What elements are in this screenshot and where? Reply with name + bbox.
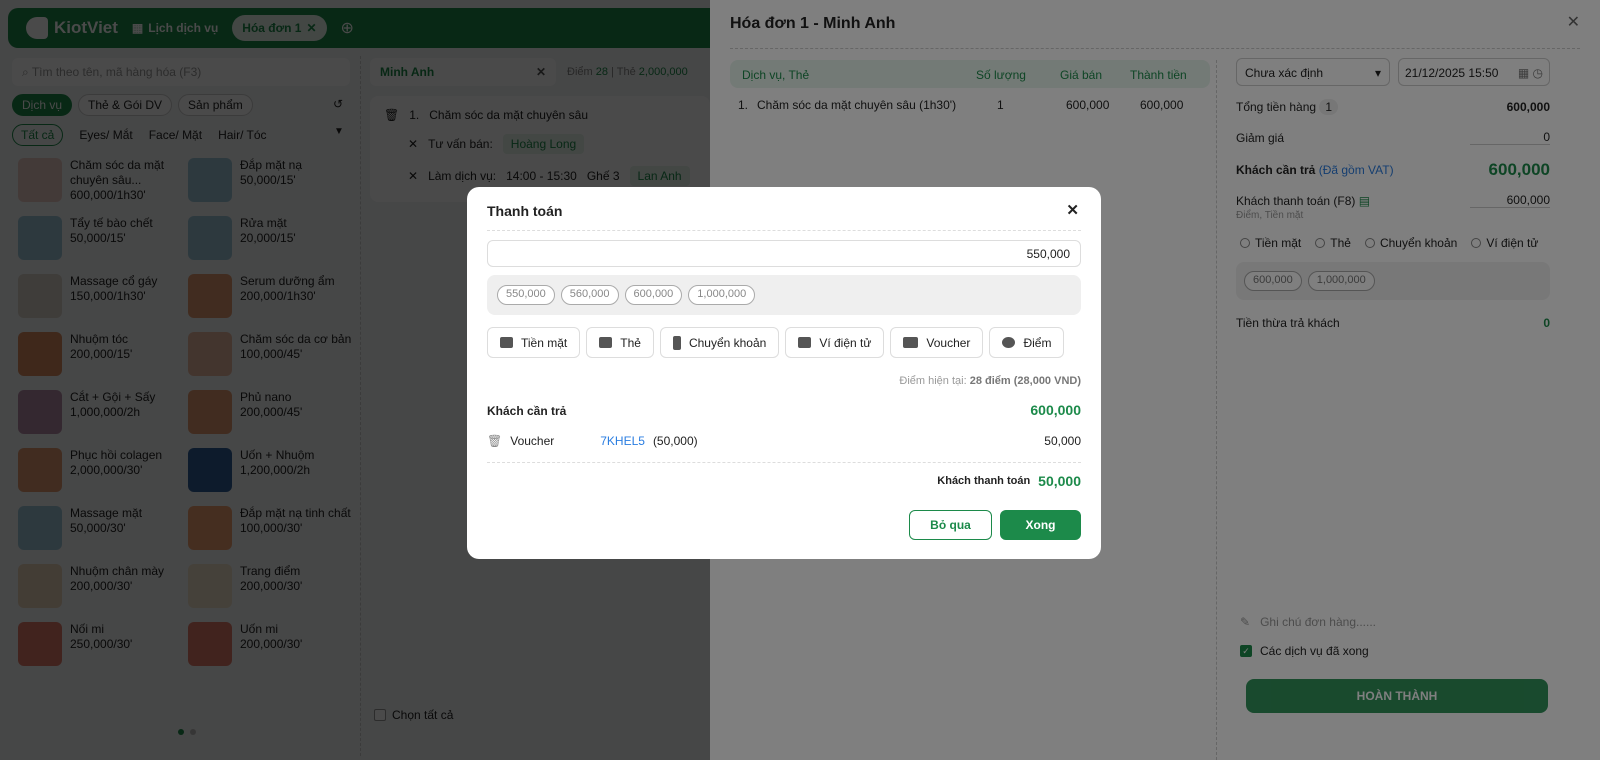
cancel-button[interactable]: Bỏ qua [909, 510, 992, 540]
paid-row: Khách thanh toán 50,000 [937, 473, 1081, 489]
method-label: Chuyển khoản [688, 335, 767, 350]
due-label: Khách cần trả [487, 404, 567, 418]
piggy-bank-icon [1002, 337, 1016, 348]
modal-title: Thanh toán [487, 203, 563, 219]
paid-value: 50,000 [1038, 473, 1081, 489]
quick-amount-chip[interactable]: 560,000 [560, 285, 619, 305]
payment-methods: Tiền mặt Thẻ Chuyển khoản Ví điện tử Vou… [487, 327, 1065, 358]
method-label: Tiền mặt [521, 335, 568, 350]
method-label: Thẻ [620, 335, 641, 350]
method-points-button[interactable]: Điểm [989, 327, 1065, 358]
voucher-amount: 50,000 [1044, 434, 1081, 448]
method-cash-button[interactable]: Tiền mặt [487, 327, 581, 358]
confirm-button[interactable]: Xong [1000, 510, 1081, 540]
quick-amount-chip[interactable]: 1,000,000 [688, 285, 756, 305]
quick-amount-chip[interactable]: 550,000 [497, 285, 555, 305]
phone-icon [672, 335, 681, 350]
method-voucher-button[interactable]: Voucher [890, 327, 984, 358]
ticket-icon [903, 337, 919, 348]
payment-modal: Thanh toán ✕ 550,000 550,000 560,000 600… [467, 187, 1101, 559]
divider [487, 230, 1081, 231]
due-value: 600,000 [1030, 402, 1081, 418]
method-label: Điểm [1023, 335, 1052, 350]
quick-amounts: 550,000 560,000 600,000 1,000,000 [487, 275, 1081, 315]
quick-amount-chip[interactable]: 600,000 [624, 285, 683, 305]
wallet-icon [500, 337, 513, 348]
wallet-icon [798, 337, 812, 348]
points-value: 28 điểm (28,000 VND) [969, 375, 1081, 387]
voucher-note: (50,000) [652, 434, 698, 448]
divider [487, 462, 1081, 463]
amount-input[interactable]: 550,000 [487, 240, 1081, 267]
method-ewallet-button[interactable]: Ví điện tử [785, 327, 885, 358]
points-label: Điểm hiện tại: [899, 375, 967, 387]
voucher-label: Voucher [510, 434, 555, 448]
close-icon[interactable]: ✕ [1066, 201, 1079, 219]
trash-icon[interactable]: 🗑 [487, 434, 502, 448]
method-card-button[interactable]: Thẻ [586, 327, 654, 358]
points-info: Điểm hiện tại: 28 điểm (28,000 VND) [899, 375, 1081, 387]
voucher-row: 🗑 Voucher 7KHEL5 (50,000) 50,000 [487, 434, 1081, 448]
method-label: Ví điện tử [819, 335, 872, 350]
method-transfer-button[interactable]: Chuyển khoản [659, 327, 780, 358]
credit-card-icon [599, 337, 613, 348]
paid-label: Khách thanh toán [937, 475, 1031, 487]
method-label: Voucher [926, 335, 971, 350]
voucher-code-link[interactable]: 7KHEL5 [600, 434, 645, 448]
